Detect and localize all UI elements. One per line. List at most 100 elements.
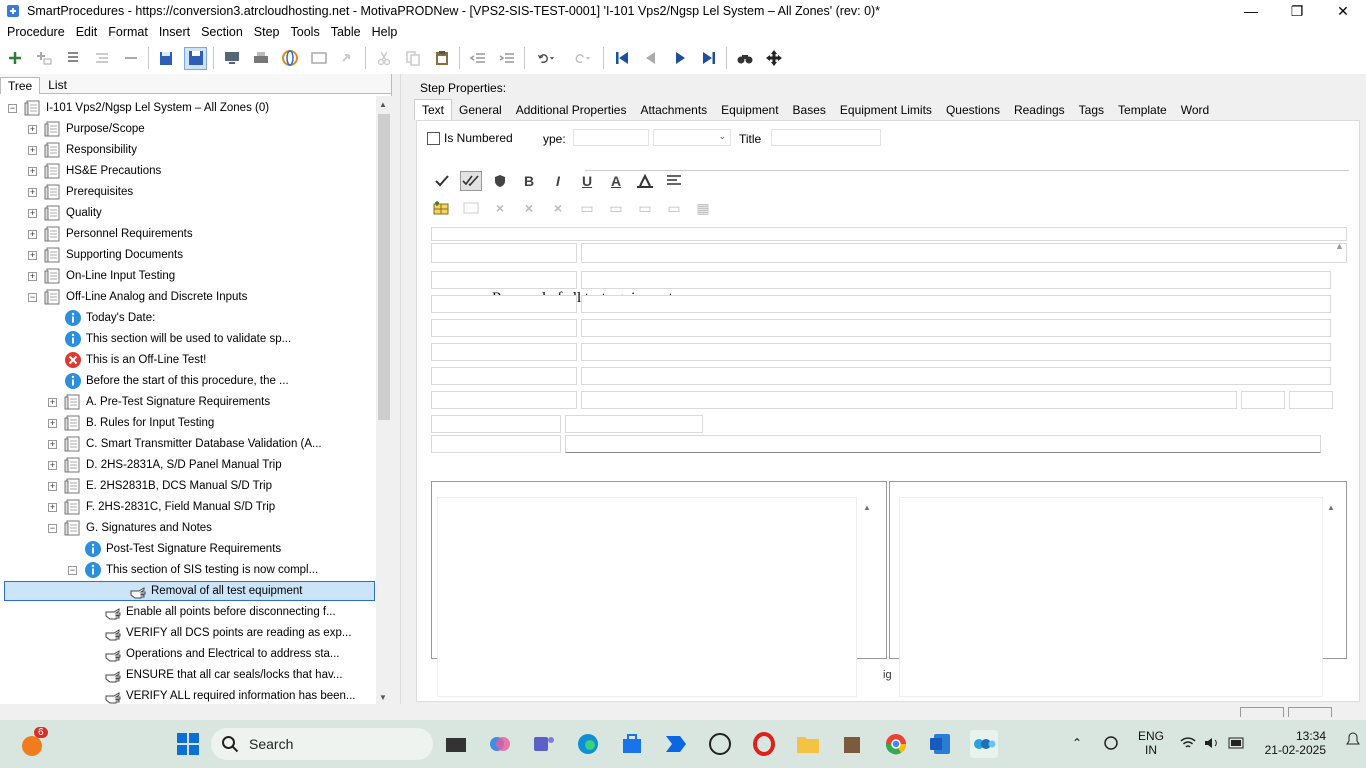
tree-item[interactable]: + A. Pre-Test Signature Requirements xyxy=(48,392,270,412)
opera-button[interactable] xyxy=(750,730,778,758)
cut-button[interactable] xyxy=(372,47,395,70)
list-button[interactable] xyxy=(61,47,84,70)
previous-step-button[interactable] xyxy=(639,47,662,70)
collapse-icon[interactable]: − xyxy=(8,103,17,113)
table-props-button[interactable]: ▭ xyxy=(663,198,685,218)
save-button[interactable] xyxy=(184,46,207,70)
tree-item[interactable]: + Supporting Documents xyxy=(28,245,183,265)
panel-splitter[interactable] xyxy=(400,74,406,704)
menu-help[interactable]: Help xyxy=(368,25,402,39)
highlight-button[interactable] xyxy=(634,171,656,191)
tab-tags[interactable]: Tags xyxy=(1072,100,1111,120)
redo-button[interactable] xyxy=(567,47,597,70)
tree-item[interactable]: − Off-Line Analog and Discrete Inputs xyxy=(28,287,247,307)
menu-insert[interactable]: Insert xyxy=(155,25,194,39)
tree-item[interactable]: Today's Date: xyxy=(48,308,155,328)
delete-row-button[interactable]: × xyxy=(489,198,511,218)
font-color-button[interactable]: A xyxy=(605,171,627,191)
menu-tools[interactable]: Tools xyxy=(287,25,324,39)
italic-button[interactable]: I xyxy=(547,171,569,191)
notes-editor-left[interactable] xyxy=(437,497,857,697)
expand-icon[interactable]: + xyxy=(28,145,37,155)
save-all-button[interactable] xyxy=(155,47,178,70)
expand-icon[interactable]: + xyxy=(28,229,37,239)
web-button[interactable] xyxy=(278,47,301,70)
scroll-up-icon[interactable]: ▲ xyxy=(1327,503,1335,512)
scroll-thumb[interactable] xyxy=(378,114,390,420)
collapse-icon[interactable]: − xyxy=(48,523,57,533)
store-button[interactable] xyxy=(618,730,646,758)
maximize-button[interactable]: ❐ xyxy=(1274,0,1320,22)
wifi-icon[interactable] xyxy=(1180,736,1196,753)
tab-general[interactable]: General xyxy=(452,100,509,120)
tree-item[interactable]: ENSURE that all car seals/locks that hav… xyxy=(88,665,342,685)
file-explorer-button[interactable] xyxy=(794,730,822,758)
expand-icon[interactable]: + xyxy=(28,208,37,218)
tree-item[interactable]: + Personnel Requirements xyxy=(28,224,193,244)
split-cells-button[interactable]: ▭ xyxy=(605,198,627,218)
task-view-button[interactable] xyxy=(442,730,470,758)
scroll-down-icon[interactable]: ▼ xyxy=(379,693,387,702)
copilot-button[interactable] xyxy=(486,730,514,758)
tree-item[interactable]: + E. 2HS2831B, DCS Manual S/D Trip xyxy=(48,476,272,496)
outdent-button[interactable] xyxy=(90,47,113,70)
tab-attachments[interactable]: Attachments xyxy=(633,100,714,120)
spellcheck-all-button[interactable] xyxy=(460,171,482,191)
grid-button[interactable]: ▦ xyxy=(692,198,714,218)
insert-table-button[interactable] xyxy=(431,198,453,218)
tree-item[interactable]: + Purpose/Scope xyxy=(28,119,145,139)
tree-item[interactable]: + Quality xyxy=(28,203,102,223)
tree-item[interactable]: Before the start of this procedure, the … xyxy=(48,371,289,391)
redo-disabled-button[interactable] xyxy=(336,47,359,70)
expand-icon[interactable]: + xyxy=(28,271,37,281)
tab-equipment-limits[interactable]: Equipment Limits xyxy=(833,100,939,120)
expand-icon[interactable]: + xyxy=(48,502,57,512)
tree-item[interactable]: − G. Signatures and Notes xyxy=(48,518,212,538)
tree-item[interactable]: This is an Off-Line Test! xyxy=(48,350,206,370)
tree-item[interactable]: + Responsibility xyxy=(28,140,137,160)
next-step-button[interactable] xyxy=(668,47,691,70)
word-button[interactable] xyxy=(926,730,954,758)
tree-item[interactable]: + F. 2HS-2831C, Field Manual S/D Trip xyxy=(48,497,275,517)
expand-icon[interactable]: + xyxy=(48,481,57,491)
is-numbered-checkbox[interactable] xyxy=(427,131,440,145)
tab-list[interactable]: List xyxy=(40,76,75,93)
menu-section[interactable]: Section xyxy=(197,25,247,39)
start-button[interactable] xyxy=(174,730,202,758)
menu-edit[interactable]: Edit xyxy=(72,25,102,39)
tree-item[interactable]: + HS&E Precautions xyxy=(28,161,161,181)
expand-icon[interactable]: + xyxy=(28,250,37,260)
app-button[interactable] xyxy=(838,730,866,758)
underline-button[interactable]: U xyxy=(576,171,598,191)
tree-item[interactable]: Operations and Electrical to address sta… xyxy=(88,644,340,664)
editor-text-area[interactable] xyxy=(581,243,1347,263)
collapse-icon[interactable]: − xyxy=(28,292,37,302)
merge-cells-button[interactable]: ▭ xyxy=(576,198,598,218)
edge-button[interactable] xyxy=(574,730,602,758)
close-button[interactable]: ✕ xyxy=(1320,0,1366,22)
expand-icon[interactable]: + xyxy=(28,166,37,176)
expand-icon[interactable]: + xyxy=(48,397,57,407)
copy-button[interactable] xyxy=(401,47,424,70)
last-step-button[interactable] xyxy=(697,47,720,70)
network-settings-icon[interactable] xyxy=(1102,734,1120,753)
menu-format[interactable]: Format xyxy=(104,25,152,39)
notes-editor-right[interactable] xyxy=(899,497,1323,697)
title-field[interactable] xyxy=(771,129,881,146)
increase-indent-button[interactable] xyxy=(495,47,518,70)
tree-item[interactable]: + On-Line Input Testing xyxy=(28,266,175,286)
move-button[interactable] xyxy=(762,47,785,70)
publish-button[interactable] xyxy=(220,47,243,70)
power-automate-button[interactable] xyxy=(662,730,690,758)
add-child-button[interactable] xyxy=(32,47,55,70)
tray-overflow-icon[interactable]: ⌃ xyxy=(1072,736,1082,750)
menu-procedure[interactable]: Procedure xyxy=(3,25,69,39)
tree-item[interactable]: VERIFY all DCS points are reading as exp… xyxy=(88,623,351,643)
tab-questions[interactable]: Questions xyxy=(939,100,1007,120)
minimize-button[interactable]: — xyxy=(1228,0,1274,22)
tree-item[interactable]: VERIFY ALL required information has been… xyxy=(88,686,356,704)
editor-scroll-up-icon[interactable]: ▲ xyxy=(1335,241,1344,251)
shield-button[interactable] xyxy=(489,171,511,191)
tree-item[interactable]: Post-Test Signature Requirements xyxy=(68,539,281,559)
taskbar-search[interactable]: Search xyxy=(211,728,433,760)
